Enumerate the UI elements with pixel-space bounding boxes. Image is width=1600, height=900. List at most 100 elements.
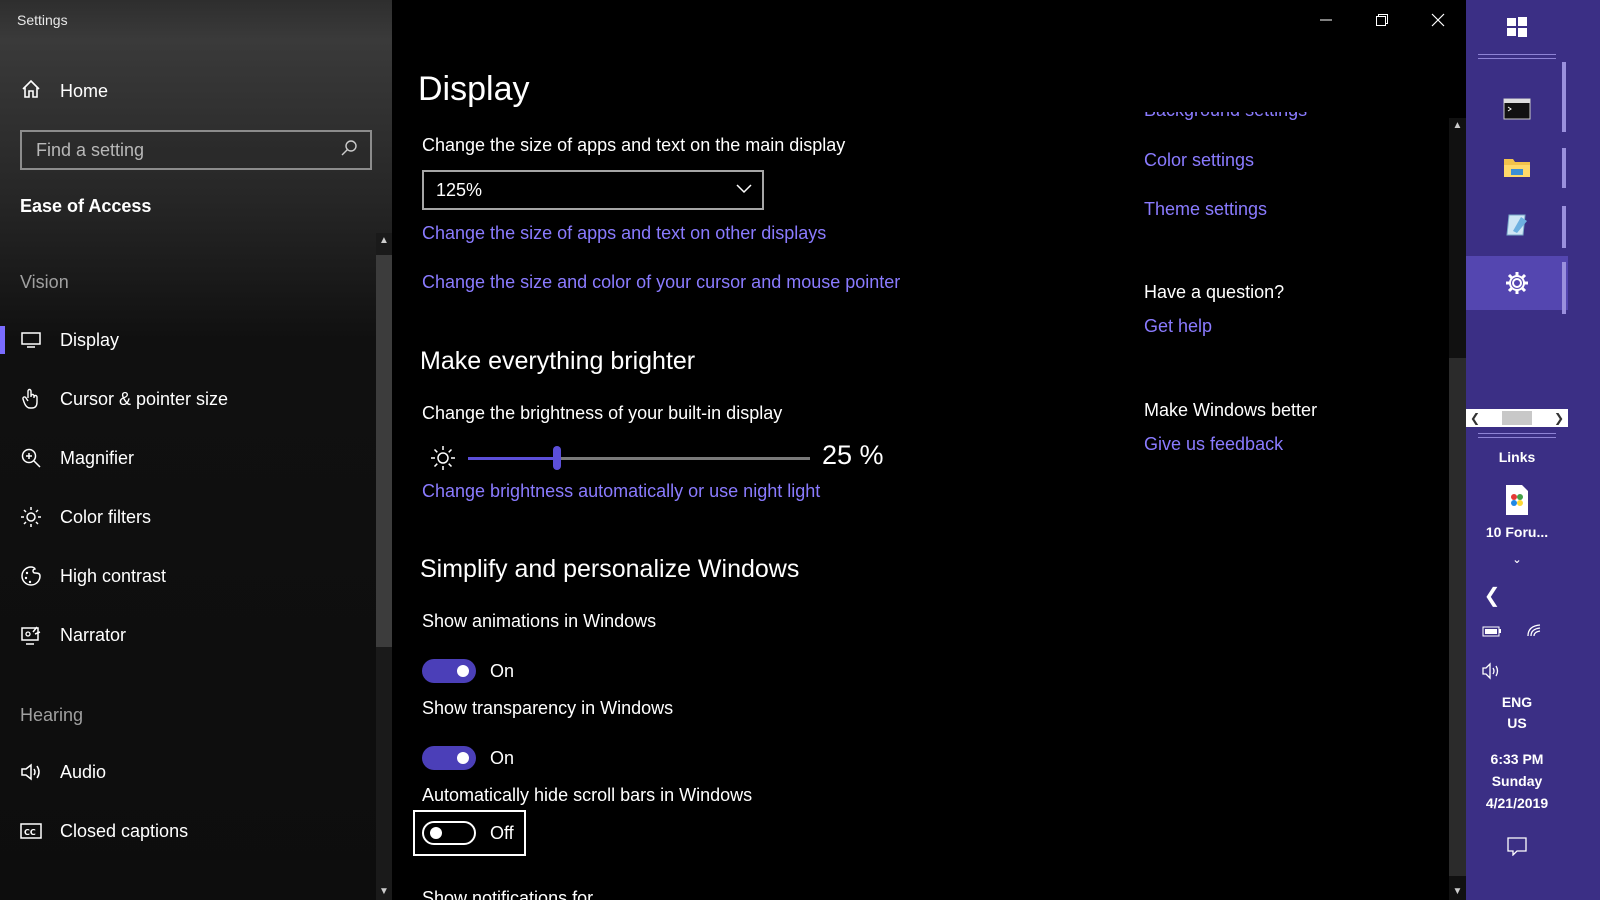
sidebar-item-narrator[interactable]: Narrator bbox=[0, 615, 372, 655]
clock-day[interactable]: Sunday bbox=[1466, 773, 1568, 789]
scrollbars-toggle-row: Off bbox=[422, 820, 514, 846]
feedback-link[interactable]: Give us feedback bbox=[1144, 434, 1283, 455]
scrollbar-thumb[interactable] bbox=[376, 255, 392, 647]
color-settings-link[interactable]: Color settings bbox=[1144, 150, 1254, 171]
search-icon[interactable] bbox=[340, 139, 358, 162]
chevron-right-icon[interactable]: ❯ bbox=[1554, 411, 1564, 425]
transparency-state: On bbox=[490, 747, 515, 768]
scroll-down-icon[interactable]: ▼ bbox=[1449, 884, 1466, 900]
volume-icon[interactable] bbox=[1466, 662, 1518, 683]
chevron-left-icon[interactable]: ❮ bbox=[1470, 411, 1480, 425]
high-contrast-icon bbox=[20, 565, 42, 587]
scale-dropdown[interactable]: 125% bbox=[422, 170, 764, 210]
scrollbars-toggle[interactable] bbox=[422, 821, 476, 845]
scrollbar-thumb[interactable] bbox=[1502, 411, 1532, 425]
cursor-settings-link[interactable]: Change the size and color of your cursor… bbox=[422, 272, 900, 293]
animations-toggle[interactable] bbox=[422, 659, 476, 683]
scrollbars-label: Automatically hide scroll bars in Window… bbox=[422, 785, 753, 805]
page-title: Display bbox=[418, 70, 530, 108]
minimize-icon bbox=[1320, 19, 1332, 21]
forum-shortcut-icon bbox=[1506, 485, 1528, 515]
svg-text:CC: CC bbox=[24, 828, 36, 837]
scrollbar-thumb[interactable] bbox=[1449, 358, 1466, 876]
file-explorer-taskbar-button[interactable] bbox=[1466, 140, 1568, 194]
sidebar-item-label: Color filters bbox=[60, 506, 152, 527]
sidebar-item-audio[interactable]: Audio bbox=[0, 752, 372, 792]
sidebar-item-closed-captions[interactable]: CC Closed captions bbox=[0, 811, 372, 851]
brightness-slider[interactable] bbox=[468, 446, 810, 470]
sidebar-item-high-contrast[interactable]: High contrast bbox=[0, 556, 372, 596]
language-indicator[interactable]: ENG bbox=[1466, 694, 1568, 710]
sidebar-item-label: Cursor & pointer size bbox=[60, 388, 229, 409]
brightness-slider-fill bbox=[468, 457, 557, 460]
sidebar-scrollbar[interactable]: ▲ ▼ bbox=[376, 233, 392, 900]
close-icon bbox=[1431, 13, 1445, 27]
sidebar-item-label: Narrator bbox=[60, 624, 127, 645]
taskbar-window-edge bbox=[1562, 148, 1566, 188]
forum-shortcut-label: 10 Foru... bbox=[1485, 524, 1549, 540]
home-label: Home bbox=[60, 80, 109, 101]
taskbar-divider bbox=[1478, 54, 1556, 55]
app-title: Settings bbox=[17, 12, 68, 28]
section-title: Ease of Access bbox=[20, 196, 152, 216]
transparency-toggle[interactable] bbox=[422, 746, 476, 770]
sidebar-item-label: Closed captions bbox=[60, 820, 189, 841]
restore-button[interactable] bbox=[1359, 8, 1405, 32]
forum-shortcut-button[interactable] bbox=[1466, 478, 1568, 522]
command-prompt-icon bbox=[1503, 98, 1531, 120]
start-button[interactable] bbox=[1466, 0, 1568, 54]
network-icon[interactable] bbox=[1510, 622, 1562, 641]
sidebar-item-display[interactable]: Display bbox=[0, 320, 372, 360]
scroll-up-icon[interactable]: ▲ bbox=[376, 233, 392, 249]
minimize-button[interactable] bbox=[1303, 8, 1349, 32]
background-settings-link[interactable]: Background settings bbox=[1144, 112, 1307, 121]
sidebar-item-color-filters[interactable]: Color filters bbox=[0, 497, 372, 537]
clock-time[interactable]: 6:33 PM bbox=[1466, 751, 1568, 767]
animations-state: On bbox=[490, 660, 515, 681]
home-icon bbox=[20, 78, 42, 105]
action-center-icon[interactable] bbox=[1466, 836, 1568, 859]
size-label: Change the size of apps and text on the … bbox=[422, 135, 846, 155]
narrator-icon bbox=[20, 624, 42, 646]
settings-sidebar: Settings Home Find a setting Ease of Acc… bbox=[0, 0, 392, 900]
close-button[interactable] bbox=[1415, 8, 1461, 32]
night-light-link[interactable]: Change brightness automatically or use n… bbox=[422, 481, 820, 502]
settings-taskbar-button[interactable] bbox=[1466, 256, 1568, 310]
sidebar-item-label: High contrast bbox=[60, 565, 167, 586]
scroll-down-icon[interactable]: ▼ bbox=[376, 884, 392, 900]
sidebar-item-label: Magnifier bbox=[60, 447, 135, 468]
color-filters-icon bbox=[20, 506, 42, 528]
search-input[interactable]: Find a setting bbox=[20, 130, 372, 170]
simplify-heading: Simplify and personalize Windows bbox=[420, 555, 800, 583]
theme-settings-link[interactable]: Theme settings bbox=[1144, 199, 1267, 220]
transparency-toggle-row: On bbox=[422, 745, 514, 771]
notepad-taskbar-button[interactable] bbox=[1466, 198, 1568, 252]
region-indicator[interactable]: US bbox=[1466, 715, 1568, 731]
other-displays-link[interactable]: Change the size of apps and text on othe… bbox=[422, 223, 826, 244]
main-scrollbar[interactable]: ▲ ▼ bbox=[1449, 118, 1466, 900]
sidebar-item-magnifier[interactable]: Magnifier bbox=[0, 438, 372, 478]
scroll-up-icon[interactable]: ▲ bbox=[1449, 118, 1466, 134]
taskbar-scrollbar[interactable]: ❮ ❯ bbox=[1466, 409, 1568, 427]
sun-icon bbox=[430, 445, 456, 476]
get-help-link[interactable]: Get help bbox=[1144, 316, 1212, 337]
terminal-taskbar-button[interactable] bbox=[1466, 82, 1568, 136]
sidebar-item-label: Audio bbox=[60, 761, 107, 782]
links-toolbar-label: Links bbox=[1498, 449, 1536, 465]
home-nav-item[interactable]: Home bbox=[20, 78, 108, 104]
expand-links-icon[interactable]: ⌄ bbox=[1466, 553, 1568, 566]
brightness-slider-row: 25 % bbox=[430, 440, 890, 476]
taskbar-divider bbox=[1478, 58, 1556, 59]
animations-toggle-row: On bbox=[422, 658, 514, 684]
animations-label: Show animations in Windows bbox=[422, 611, 657, 631]
clock-date[interactable]: 4/21/2019 bbox=[1466, 795, 1568, 811]
brightness-slider-thumb[interactable] bbox=[552, 446, 561, 470]
main-content: Display Change the size of apps and text… bbox=[392, 0, 1466, 900]
show-hidden-icons-button[interactable]: ❮ bbox=[1466, 583, 1518, 608]
sidebar-item-cursor[interactable]: Cursor & pointer size bbox=[0, 379, 372, 419]
monitor-icon bbox=[20, 329, 42, 351]
sidebar-item-label: Display bbox=[60, 329, 120, 350]
taskbar: ❮ ❯ Links 10 Foru... ⌄ ❮ ENG US 6:33 PM … bbox=[1466, 0, 1600, 900]
brighter-heading: Make everything brighter bbox=[420, 347, 696, 375]
windows-logo-icon bbox=[1507, 17, 1527, 37]
